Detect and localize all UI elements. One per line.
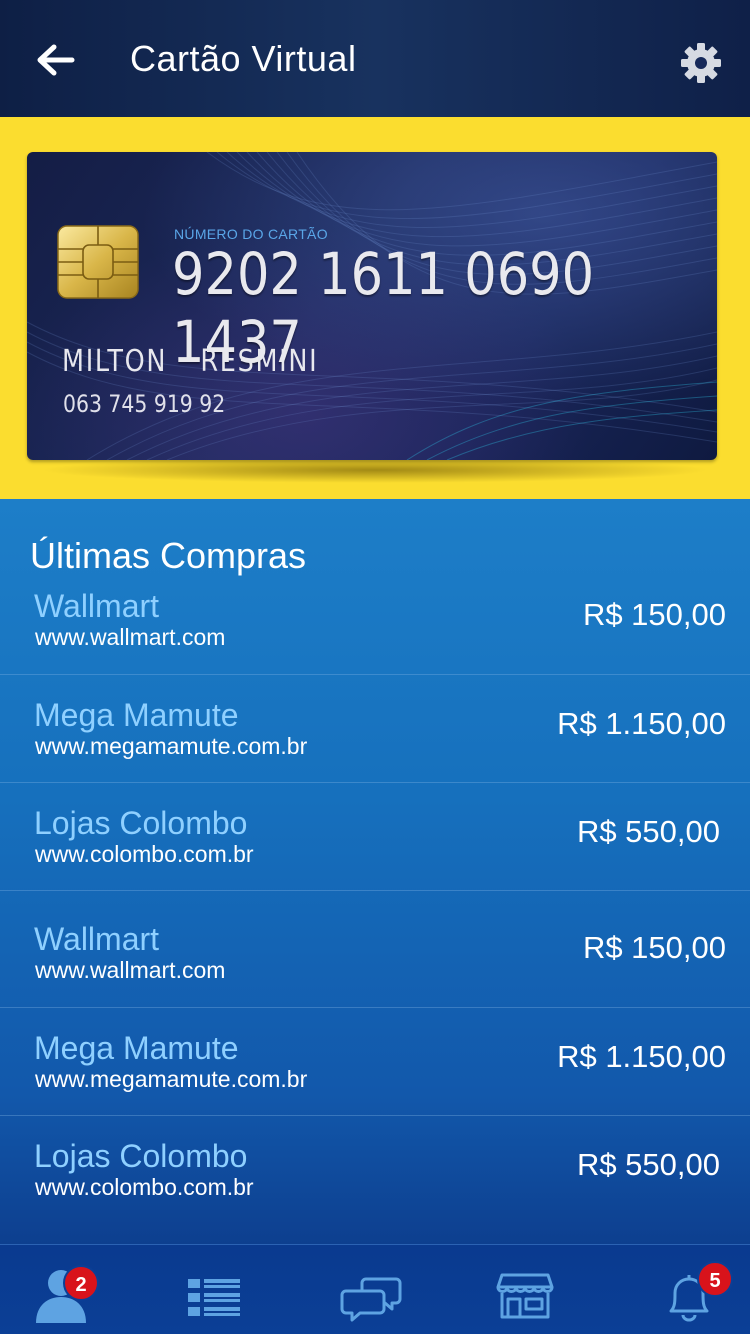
store-url: www.colombo.com.br (35, 1174, 254, 1200)
nav-chat-button[interactable] (338, 1261, 408, 1325)
store-url: www.colombo.com.br (35, 841, 254, 867)
card-banner: NÚMERO DO CARTÃO 9202 1611 0690 1437 MIL… (0, 117, 750, 499)
purchase-row[interactable]: Lojas Colombo www.colombo.com.br R$ 550,… (0, 1116, 750, 1224)
nav-profile-button[interactable]: 2 (28, 1261, 99, 1325)
store-name: Wallmart (34, 921, 160, 957)
card-holder-name: MILTON RESMINI (62, 344, 319, 379)
store-url: www.wallmart.com (35, 624, 226, 650)
arrow-left-icon (37, 44, 75, 76)
list-icon (188, 1279, 240, 1316)
card-chip-icon (57, 225, 139, 299)
store-name: Lojas Colombo (34, 1138, 248, 1174)
card-shadow (40, 457, 710, 483)
app-header: Cartão Virtual (0, 0, 750, 117)
page-title: Cartão Virtual (130, 38, 357, 79)
card-holder-document: 063 745 919 92 (63, 390, 226, 418)
chat-icon (340, 1277, 402, 1322)
purchases-section: Últimas Compras Wallmart www.wallmart.co… (0, 499, 750, 1244)
bottom-navigation: 2 5 (0, 1244, 750, 1334)
purchase-amount: R$ 1.150,00 (557, 706, 726, 741)
purchase-amount: R$ 150,00 (582, 930, 726, 965)
back-button[interactable] (28, 36, 82, 84)
store-name: Mega Mamute (34, 697, 239, 733)
store-name: Lojas Colombo (34, 805, 248, 841)
store-name: Wallmart (34, 588, 160, 624)
store-url: www.megamamute.com.br (35, 733, 308, 759)
purchase-amount: R$ 1.150,00 (557, 1039, 726, 1074)
purchase-row[interactable]: Lojas Colombo www.colombo.com.br R$ 550,… (0, 783, 750, 891)
purchase-row[interactable]: Wallmart www.wallmart.com R$ 150,00 (0, 566, 750, 675)
nav-notifications-button[interactable]: 5 (652, 1261, 733, 1325)
purchase-row[interactable]: Wallmart www.wallmart.com R$ 150,00 (0, 891, 750, 1008)
purchase-row[interactable]: Mega Mamute www.megamamute.com.br R$ 1.1… (0, 675, 750, 783)
store-url: www.megamamute.com.br (35, 1066, 308, 1092)
notification-badge: 5 (697, 1261, 733, 1297)
gear-icon (681, 43, 721, 83)
store-icon (496, 1273, 554, 1319)
nav-store-button[interactable] (490, 1261, 560, 1325)
nav-list-button[interactable] (180, 1261, 250, 1325)
purchase-amount: R$ 550,00 (576, 814, 720, 849)
settings-button[interactable] (678, 40, 724, 86)
store-name: Mega Mamute (34, 1030, 239, 1066)
purchase-row[interactable]: Mega Mamute www.megamamute.com.br R$ 1.1… (0, 1008, 750, 1116)
purchase-amount: R$ 550,00 (576, 1147, 720, 1182)
virtual-card[interactable]: NÚMERO DO CARTÃO 9202 1611 0690 1437 MIL… (27, 152, 717, 460)
notification-badge: 2 (63, 1265, 99, 1301)
purchase-amount: R$ 150,00 (582, 597, 726, 632)
store-url: www.wallmart.com (35, 957, 226, 983)
